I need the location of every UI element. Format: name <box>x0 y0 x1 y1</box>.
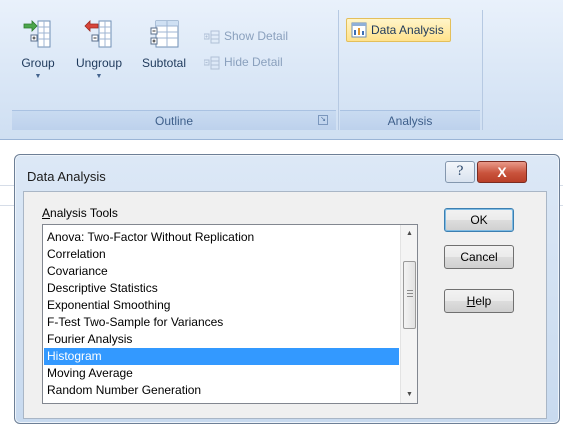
hide-detail-icon <box>203 56 220 70</box>
outline-group-label: Outline ↘ <box>12 110 336 130</box>
ungroup-button[interactable]: Ungroup ▼ <box>68 18 130 80</box>
list-item[interactable]: Correlation <box>44 246 399 263</box>
analysis-tools-items: Anova: Two-Factor Without Replication Cor… <box>44 229 399 399</box>
outline-group-label-text: Outline <box>154 114 194 128</box>
grip-icon <box>407 290 413 298</box>
data-analysis-button[interactable]: Data Analysis <box>346 18 451 42</box>
data-analysis-icon <box>351 22 367 38</box>
analysis-group-label: Analysis <box>340 110 480 130</box>
analysis-tools-label: Analysis Tools <box>42 206 118 220</box>
dialog-title: Data Analysis <box>27 169 106 184</box>
list-item[interactable]: Covariance <box>44 263 399 280</box>
data-analysis-dialog: Data Analysis ? X Analysis Tools Anova: … <box>14 154 560 424</box>
cancel-button[interactable]: Cancel <box>444 245 514 269</box>
help-button-text: elp <box>475 294 492 308</box>
analysis-tools-list[interactable]: Anova: Two-Factor Without Replication Cor… <box>42 224 418 404</box>
close-icon[interactable]: X <box>477 161 527 183</box>
chevron-down-icon: ▼ <box>34 73 42 80</box>
scroll-thumb[interactable] <box>403 261 416 329</box>
ungroup-button-label: Ungroup <box>75 56 123 70</box>
help-icon[interactable]: ? <box>445 161 475 183</box>
scroll-down-icon[interactable]: ▼ <box>401 386 417 403</box>
list-item[interactable]: Descriptive Statistics <box>44 280 399 297</box>
group-separator <box>338 10 339 130</box>
dialog-launcher-icon[interactable]: ↘ <box>318 115 328 125</box>
ungroup-icon <box>83 18 115 50</box>
data-analysis-label: Data Analysis <box>371 23 444 37</box>
show-detail-button[interactable]: Show Detail <box>203 26 289 46</box>
outline-group: Group ▼ Ungroup ▼ Subtotal Show Detail H… <box>12 8 336 132</box>
subtotal-button-label: Subtotal <box>141 56 187 70</box>
list-item[interactable]: Anova: Two-Factor Without Replication <box>44 229 399 246</box>
list-item[interactable]: Exponential Smoothing <box>44 297 399 314</box>
vertical-scrollbar[interactable]: ▲ ▼ <box>400 225 417 403</box>
chevron-down-icon: ▼ <box>95 73 103 80</box>
dialog-client: Analysis Tools Anova: Two-Factor Without… <box>23 191 547 419</box>
ok-button[interactable]: OK <box>444 208 514 232</box>
list-item[interactable]: Moving Average <box>44 365 399 382</box>
list-item[interactable]: F-Test Two-Sample for Variances <box>44 314 399 331</box>
hide-detail-button[interactable]: Hide Detail <box>203 52 283 72</box>
help-button[interactable]: Help <box>444 289 514 313</box>
analysis-tools-label-text: nalysis Tools <box>50 206 118 220</box>
ribbon: Group ▼ Ungroup ▼ Subtotal Show Detail H… <box>0 0 563 140</box>
group-button-label: Group <box>21 56 55 70</box>
show-detail-label: Show Detail <box>224 29 289 43</box>
hide-detail-label: Hide Detail <box>224 55 283 69</box>
group-button[interactable]: Group ▼ <box>16 18 60 80</box>
list-item[interactable]: Random Number Generation <box>44 382 399 399</box>
analysis-group: Data Analysis Analysis <box>340 8 480 132</box>
group-icon <box>22 18 54 50</box>
show-detail-icon <box>203 30 220 44</box>
group-separator <box>482 10 483 130</box>
scroll-up-icon[interactable]: ▲ <box>401 225 417 242</box>
analysis-tools-access-key: A <box>42 206 51 220</box>
list-item[interactable]: Fourier Analysis <box>44 331 399 348</box>
subtotal-icon <box>148 18 180 50</box>
subtotal-button[interactable]: Subtotal <box>136 18 192 70</box>
list-item[interactable]: Histogram <box>44 348 399 365</box>
